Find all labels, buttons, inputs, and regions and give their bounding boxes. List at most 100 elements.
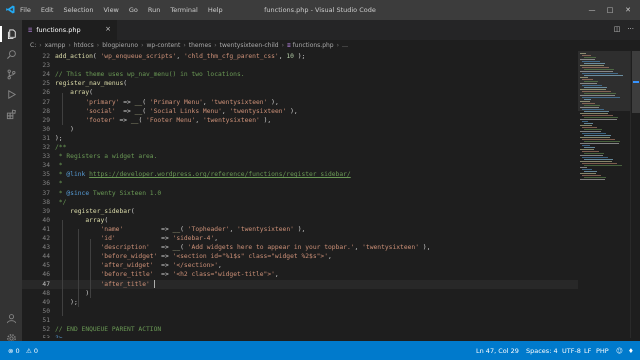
text-cursor	[153, 280, 155, 288]
code-line[interactable]: 33 * Registers a widget area.	[22, 152, 578, 161]
code-line[interactable]: 53 ?>	[22, 334, 578, 338]
code-line[interactable]: 39 register_sidebar(	[22, 207, 578, 216]
line-ending[interactable]: LF	[584, 347, 591, 355]
code-line[interactable]: 28 'social' => __( 'Social Links Menu', …	[22, 107, 578, 116]
errors-count[interactable]: ⊗ 0	[8, 347, 20, 355]
code-line[interactable]: 30 )	[22, 125, 578, 134]
breadcrumb-item[interactable]: blogpieruno	[102, 42, 138, 49]
code-line[interactable]: 48 )	[22, 289, 578, 298]
code-line[interactable]: 25 register_nav_menus(	[22, 79, 578, 88]
code-line[interactable]: 42 'id' => 'sidebar-4',	[22, 234, 578, 243]
code-line[interactable]: 51	[22, 316, 578, 325]
line-number: 50	[42, 307, 50, 315]
extensions-icon[interactable]	[0, 106, 22, 122]
breadcrumb-item[interactable]: wp-content	[146, 42, 180, 49]
code-line[interactable]: 26 array(	[22, 88, 578, 97]
minimap-line	[580, 59, 595, 60]
line-number: 38	[42, 198, 50, 206]
line-number: 31	[42, 134, 50, 142]
more-actions-icon[interactable]: ···	[627, 25, 634, 33]
code-line[interactable]: 27 'primary' => __( 'Primary Menu', 'twe…	[22, 98, 578, 107]
minimap-line	[582, 79, 593, 80]
code-line[interactable]: 44 'before_widget' => '<section id="%1$s…	[22, 252, 578, 261]
code-line[interactable]: 34 *	[22, 161, 578, 170]
code-line[interactable]: 24 // This theme uses wp_nav_menu() in tw…	[22, 70, 578, 79]
cursor-position[interactable]: Ln 47, Col 29	[476, 347, 519, 355]
breadcrumb-item[interactable]: htdocs	[74, 42, 94, 49]
minimap-line	[584, 153, 604, 154]
breadcrumb-file[interactable]: functions.php	[293, 42, 334, 49]
line-code: *	[55, 180, 63, 188]
minimap-line	[584, 105, 600, 106]
code-line[interactable]: 40 array(	[22, 216, 578, 225]
minimap[interactable]	[578, 51, 630, 338]
code-line[interactable]: 45 'after_widget' => '</section>',	[22, 261, 578, 270]
code-line[interactable]: 41 'name' => __( 'Topheader', 'twentysix…	[22, 225, 578, 234]
code-line[interactable]: 49 );	[22, 298, 578, 307]
line-code: register_sidebar(	[70, 207, 135, 215]
line-number: 29	[42, 116, 50, 124]
explorer-icon[interactable]	[0, 26, 22, 42]
warnings-count[interactable]: ⚠ 0	[26, 347, 38, 355]
close-tab-icon[interactable]: ×	[105, 25, 111, 33]
minimap-line	[584, 159, 613, 160]
breadcrumb-separator-icon: ›	[141, 42, 144, 49]
indent-guide	[78, 229, 79, 307]
code-line[interactable]: 32 /**	[22, 143, 578, 152]
code-line[interactable]: 47 'after_title'	[22, 279, 578, 289]
line-number: 52	[42, 326, 50, 333]
run-debug-icon[interactable]	[0, 86, 22, 102]
minimap-line	[580, 71, 613, 72]
minimap-line	[584, 171, 597, 172]
notifications-bell-icon[interactable]: ♦	[628, 347, 634, 355]
breadcrumb-item[interactable]: xampp	[45, 42, 66, 49]
account-icon[interactable]	[0, 310, 22, 326]
code-line[interactable]: 37 * @since Twenty Sixteen 1.0	[22, 189, 578, 198]
line-number: 33	[42, 153, 50, 161]
line-code: 'footer' => __( 'Footer Menu', 'twentysi…	[85, 116, 272, 124]
line-code: 'description' => __( 'Add widgets here t…	[100, 244, 431, 252]
encoding[interactable]: UTF-8	[562, 347, 581, 355]
minimap-line	[580, 53, 586, 54]
line-number: 35	[42, 171, 50, 179]
code-line[interactable]: 29 'footer' => __( 'Footer Menu', 'twent…	[22, 116, 578, 125]
line-number: 49	[42, 298, 50, 306]
breadcrumb-item[interactable]: twentysixteen-child	[220, 42, 279, 49]
line-number: 46	[42, 271, 50, 279]
breadcrumb-root[interactable]: C:	[30, 42, 36, 49]
code-line[interactable]: 23	[22, 61, 578, 70]
code-line[interactable]: 46 'before_title' => '<h2 class="widget-…	[22, 270, 578, 279]
title-bar: File Edit Selection View Go Run Terminal Help f…	[0, 0, 640, 20]
language-mode[interactable]: PHP	[596, 347, 609, 355]
breadcrumb-item[interactable]: themes	[189, 42, 212, 49]
source-control-icon[interactable]	[0, 66, 22, 82]
code-line[interactable]: 31);	[22, 134, 578, 143]
line-code: ?>	[55, 334, 63, 338]
line-code: add_action( 'wp_enqueue_scripts', 'chld_…	[55, 53, 306, 60]
tab-label: functions.php	[36, 26, 81, 34]
line-code: *	[55, 162, 63, 170]
code-line[interactable]: 43 'description' => __( 'Add widgets her…	[22, 243, 578, 252]
minimap-line	[580, 107, 599, 108]
code-line[interactable]: 22 add_action( 'wp_enqueue_scripts', 'chl…	[22, 52, 578, 61]
code-line[interactable]: 35 * @link https://developer.wordpress.o…	[22, 170, 578, 179]
search-icon[interactable]	[0, 46, 22, 62]
code-editor[interactable]: 22 add_action( 'wp_enqueue_scripts', 'chl…	[22, 51, 578, 338]
split-editor-icon[interactable]: ◫	[614, 25, 621, 33]
code-line[interactable]: 50	[22, 307, 578, 316]
minimap-line	[584, 93, 616, 94]
minimap-line	[582, 145, 590, 146]
minimize-icon[interactable]: —	[585, 4, 599, 16]
code-line[interactable]: 38 */	[22, 198, 578, 207]
close-window-icon[interactable]: ✕	[621, 4, 635, 16]
breadcrumb-symbol[interactable]: …	[342, 42, 348, 49]
code-line[interactable]: 36 *	[22, 179, 578, 188]
tab-functions-php[interactable]: ≡ functions.php ×	[22, 20, 117, 40]
editor-scrollbar[interactable]	[630, 51, 640, 338]
code-line[interactable]: 52 // END ENQUEUE PARENT ACTION	[22, 325, 578, 334]
feedback-icon[interactable]: ☺	[616, 347, 623, 355]
indentation[interactable]: Spaces: 4	[526, 347, 558, 355]
minimap-line	[580, 131, 601, 132]
minimap-line	[582, 163, 617, 164]
maximize-icon[interactable]: □	[603, 4, 617, 16]
